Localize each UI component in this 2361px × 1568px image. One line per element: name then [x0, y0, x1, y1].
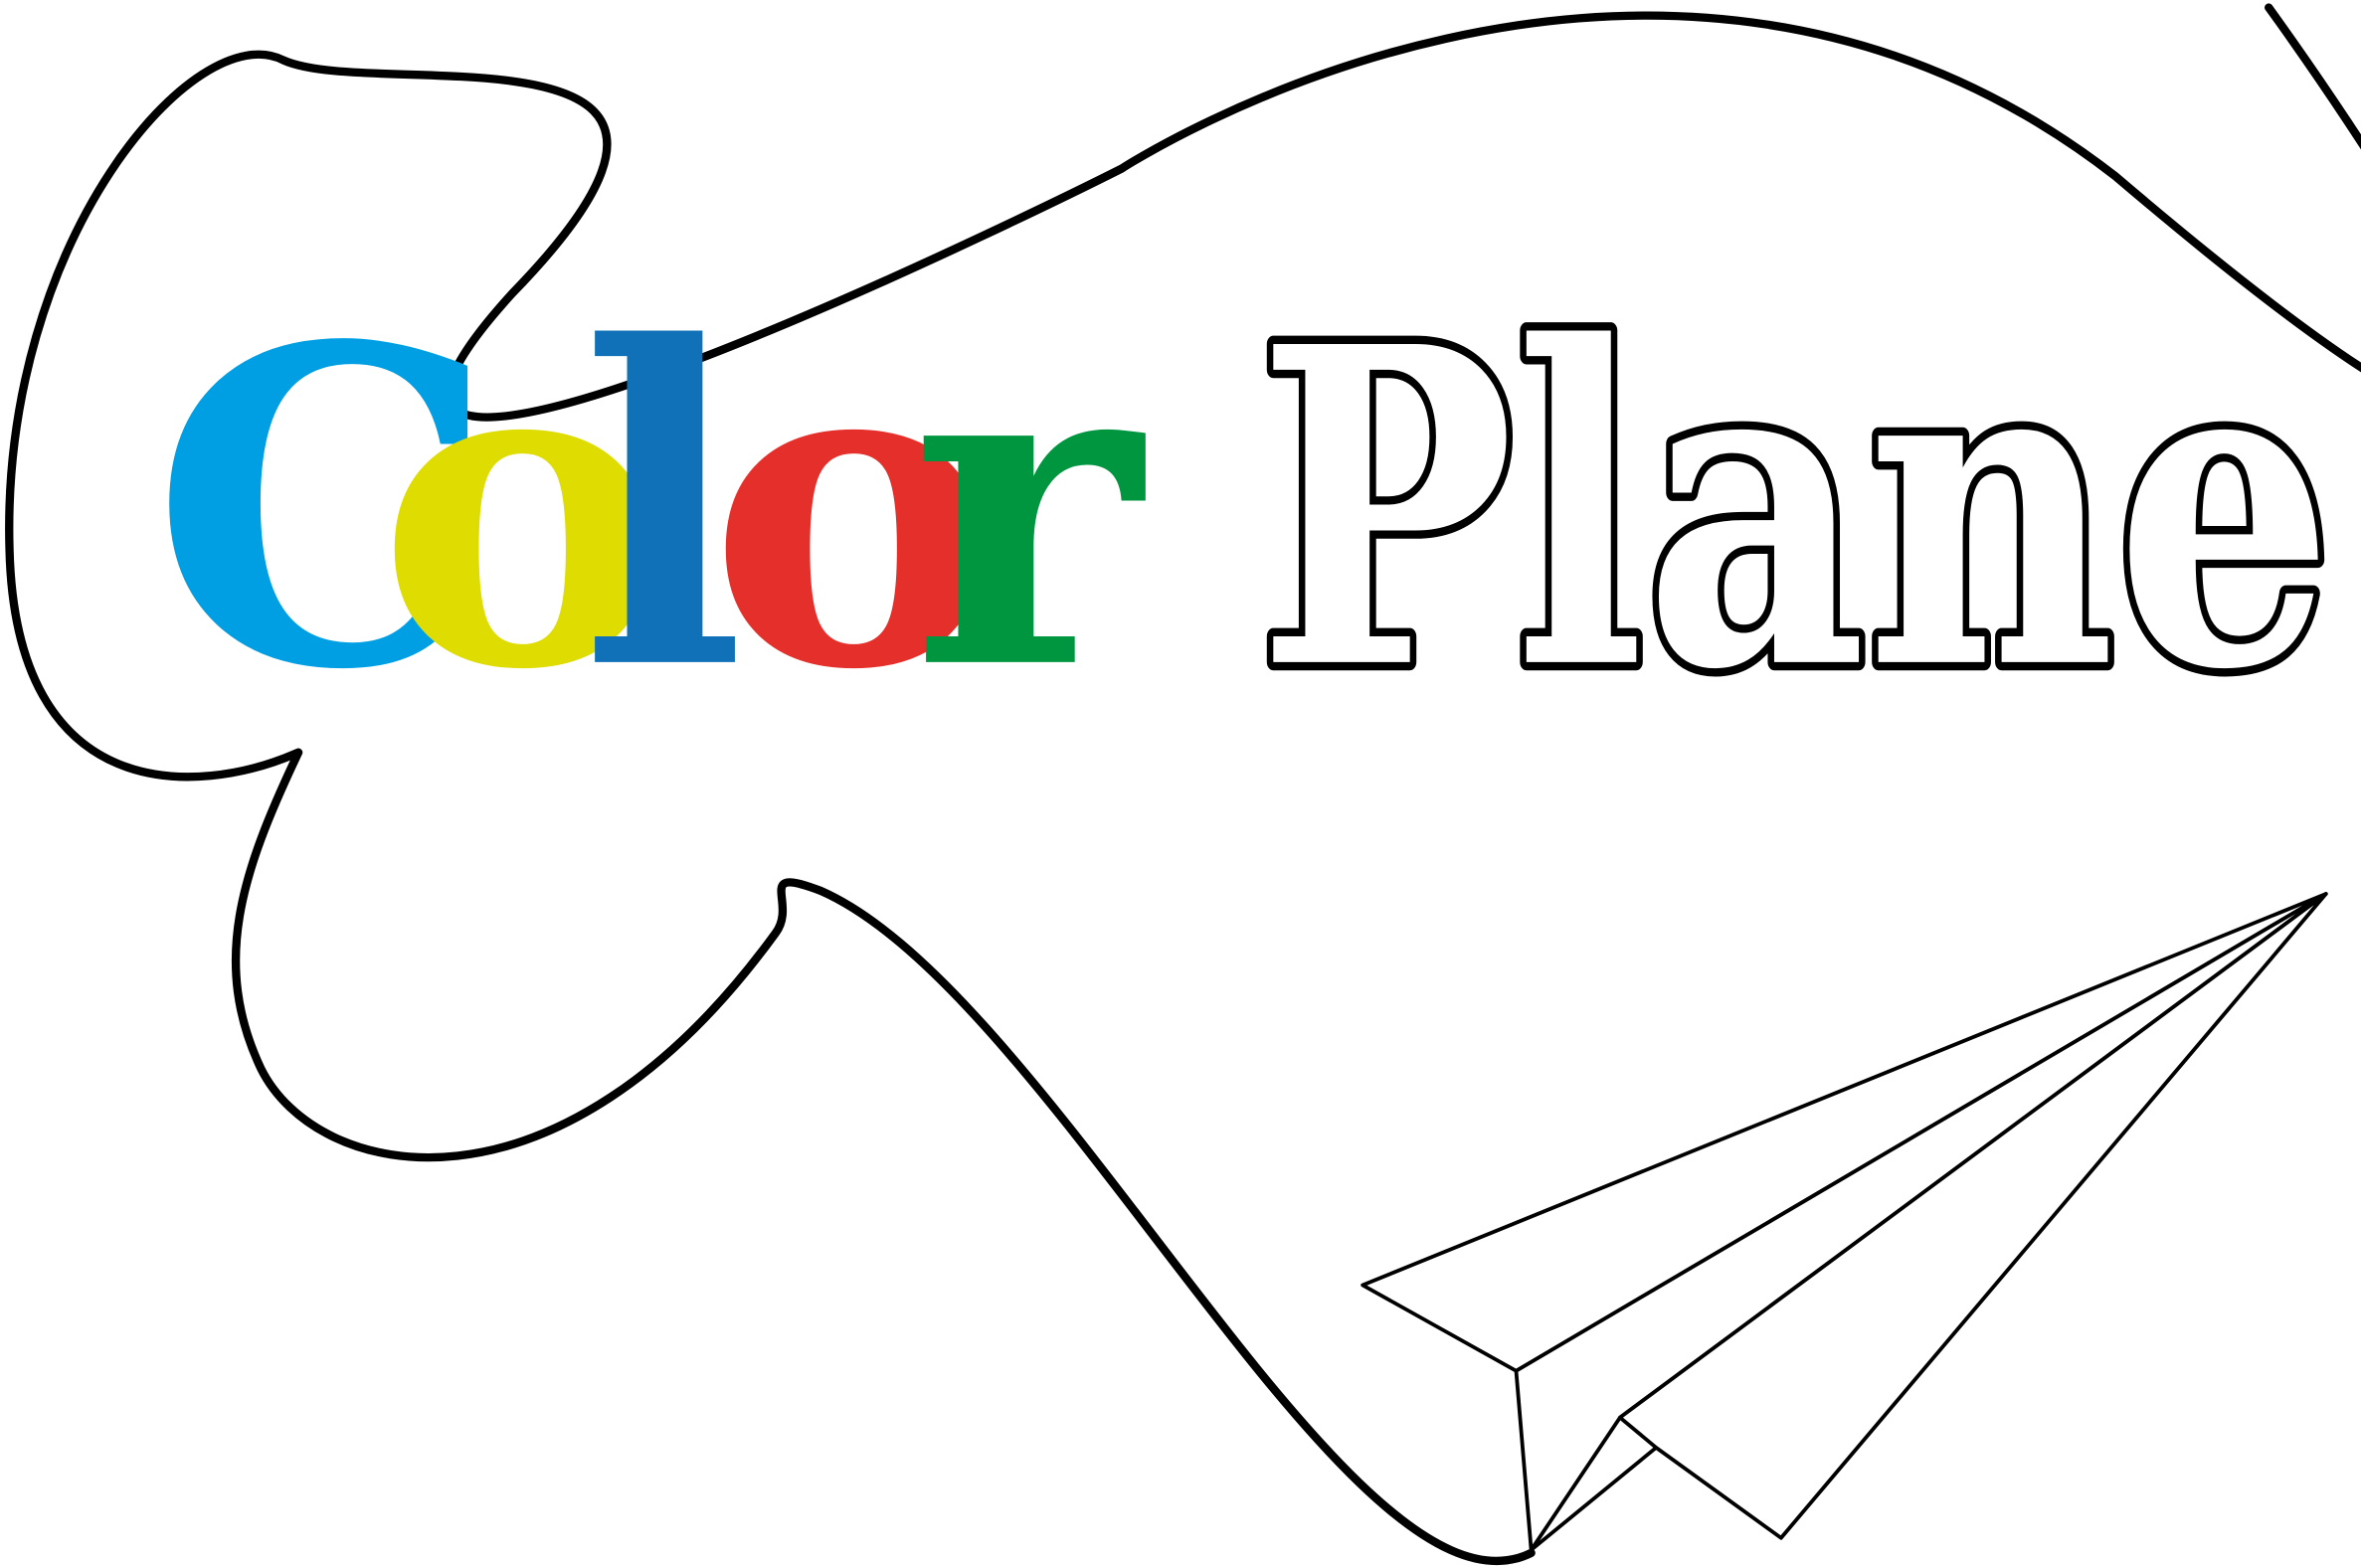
letter-r: r — [911, 253, 1150, 766]
flight-trail — [5, 3, 2361, 1566]
color-plane-logo: C o l o r Plane — [5, 3, 2361, 1566]
word-color: C o l o r — [151, 253, 1150, 766]
word-plane: Plane — [1257, 253, 2333, 766]
paper-plane-icon — [1361, 892, 2328, 1552]
